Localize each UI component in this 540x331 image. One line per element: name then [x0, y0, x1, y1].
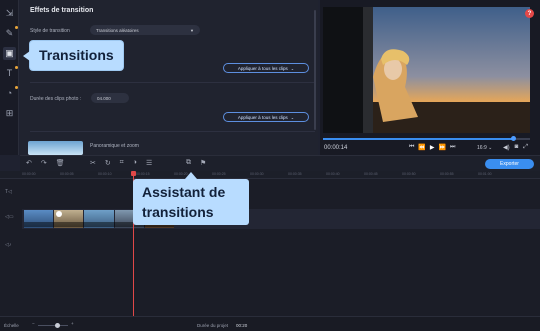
transition-marker-icon[interactable] [56, 211, 62, 217]
playback-progress-handle[interactable] [511, 136, 517, 141]
step-back-icon[interactable]: ⏪ [418, 144, 425, 151]
pan-zoom-thumbnail[interactable] [28, 141, 83, 155]
left-toolbar: ⇲ ✎ ▣ T ◔ ⊞ [0, 0, 19, 155]
assistant-tooltip-text: Assistant de transitions [142, 184, 226, 220]
skip-forward-icon[interactable]: ⏭ [450, 144, 455, 151]
filters-icon[interactable]: ◔ [3, 86, 18, 100]
marker-icon[interactable]: ⚑ [200, 159, 206, 167]
timecode: 00:00:14 [324, 145, 348, 151]
photo-duration-label: Durée des clips photo : [30, 96, 82, 102]
ruler-tick-label: 00:00:35 [288, 172, 302, 176]
volume-icon[interactable]: ◀) [503, 144, 510, 151]
zoom-slider[interactable] [38, 325, 68, 326]
transitions-icon[interactable]: ▣ [3, 47, 16, 60]
ruler-tick-label: 00:00:45 [364, 172, 378, 176]
rotate-icon[interactable]: ↻ [105, 159, 111, 167]
playback-progress-bar[interactable] [323, 136, 530, 141]
export-label: Exporter [500, 161, 519, 167]
more-tools-icon[interactable]: ⊞ [3, 107, 16, 120]
properties-icon[interactable]: ☰ [146, 159, 152, 167]
ruler-tick-label: 00:00:40 [326, 172, 340, 176]
timeline-tracks: T◁ ◁▭ ◁♪ [0, 179, 540, 316]
aspect-ratio-dropdown[interactable]: 16:9 ⌄ [477, 145, 492, 151]
clip-tools: ✂ ↻ ⌗ ◑ ☰ [90, 159, 152, 167]
transition-wizard-icon[interactable]: ⧉ [186, 159, 191, 167]
edit-toolbar: ↶ ↷ 🗑 ✂ ↻ ⌗ ◑ ☰ ⧉ ⚑ Exporter [20, 155, 540, 171]
step-forward-icon[interactable]: ⏩ [439, 144, 446, 151]
transition-style-value: Transitions aléatoires [96, 27, 139, 33]
help-button[interactable]: ? [525, 9, 534, 18]
chevron-down-icon: ⌄ [290, 65, 295, 71]
zoom-out-icon[interactable]: − [32, 321, 35, 326]
video-frame[interactable] [323, 7, 530, 133]
audio-track-icon[interactable]: ◁♪ [5, 242, 11, 248]
apply-all-button-2[interactable]: Appliquer à tous les clips ⌄ [223, 112, 309, 122]
transitions-tooltip-text: Transitions [39, 47, 114, 63]
ruler-tick-label: 00:00:25 [212, 172, 226, 176]
ruler-tick-label: 00:01:00 [478, 172, 492, 176]
ruler-tick-label: 00:00:55 [440, 172, 454, 176]
zoom-slider-handle[interactable] [55, 323, 60, 328]
chevron-down-icon: ⌄ [290, 114, 295, 120]
panel-scrollbar[interactable] [314, 10, 316, 130]
play-icon[interactable]: ▶ [430, 144, 435, 151]
transition-settings-panel: Effets de transition Style de transition… [20, 0, 318, 155]
zoom-in-icon[interactable]: + [71, 321, 74, 326]
assistant-tooltip: Assistant de transitions [133, 179, 249, 225]
edit-tools: ↶ ↷ 🗑 [26, 159, 65, 167]
aspect-ratio-value: 16:9 [477, 145, 487, 151]
crop-icon[interactable]: ⌗ [120, 159, 124, 167]
magic-wand-icon[interactable]: ✎ [3, 26, 18, 40]
cut-icon[interactable]: ✂ [90, 159, 96, 167]
transitions-tooltip: Transitions [30, 41, 123, 70]
status-bar: Échelle − + Durée du projet 00:20 [0, 316, 540, 331]
ruler-tick-label: 00:00:05 [60, 172, 74, 176]
apply-all-label: Appliquer à tous les clips [237, 65, 288, 71]
text-track-icon[interactable]: T◁ [5, 189, 12, 195]
timeline-ruler[interactable]: 00:00:00 00:00:05 00:00:10 00:00:15 00:00:20… [0, 171, 540, 179]
export-button[interactable]: Exporter [485, 159, 534, 169]
extra-tools: ⧉ ⚑ [186, 159, 206, 167]
ruler-tick-label: 00:00:30 [250, 172, 264, 176]
panel-title: Effets de transition [30, 7, 94, 14]
color-adjust-icon[interactable]: ◑ [133, 159, 137, 167]
divider [30, 82, 315, 83]
video-track-icon[interactable]: ◁▭ [5, 214, 14, 220]
import-icon[interactable]: ⇲ [3, 7, 16, 20]
preview-area: ? 00:00:14 ⏮ ⏪ ▶ ⏩ ⏭ 16:9 ⌄ ◀) ◙ ⤢ [320, 0, 540, 155]
playhead-handle[interactable] [131, 171, 136, 176]
apply-all-button[interactable]: Appliquer à tous les clips ⌄ [223, 63, 309, 73]
camera-icon[interactable]: ◙ [515, 144, 519, 151]
titles-icon[interactable]: T [3, 66, 18, 80]
assistant-tooltip-arrow [185, 172, 197, 179]
ruler-tick-label: 00:00:15 [136, 172, 150, 176]
undo-icon[interactable]: ↶ [26, 159, 32, 167]
playback-progress-fill [323, 138, 514, 140]
redo-icon[interactable]: ↷ [41, 159, 47, 167]
ruler-tick-label: 00:00:50 [402, 172, 416, 176]
ruler-tick-label: 00:00:00 [22, 172, 36, 176]
chevron-down-icon: ▼ [190, 27, 194, 33]
skip-back-icon[interactable]: ⏮ [409, 144, 414, 151]
apply-all-label-2: Appliquer à tous les clips [237, 114, 288, 120]
fullscreen-icon[interactable]: ⤢ [523, 144, 528, 151]
playback-controls: ⏮ ⏪ ▶ ⏩ ⏭ [409, 144, 455, 151]
photo-duration-value: 04.000 [97, 95, 111, 101]
scale-label: Échelle [4, 323, 19, 328]
transitions-tooltip-arrow [23, 51, 30, 61]
help-label: ? [527, 10, 532, 17]
ruler-tick-label: 00:00:10 [98, 172, 112, 176]
preview-tools: ◀) ◙ ⤢ [503, 144, 528, 151]
project-duration-label: Durée du projet [197, 323, 229, 328]
transition-style-dropdown[interactable]: Transitions aléatoires ▼ [90, 25, 200, 35]
divider [30, 131, 315, 132]
project-duration-value: 00:20 [236, 323, 248, 328]
pan-zoom-label: Panoramique et zoom [90, 143, 139, 149]
photo-duration-input[interactable]: 04.000 [91, 93, 129, 103]
delete-icon[interactable]: 🗑 [56, 159, 65, 167]
style-label: Style de transition [30, 28, 70, 34]
